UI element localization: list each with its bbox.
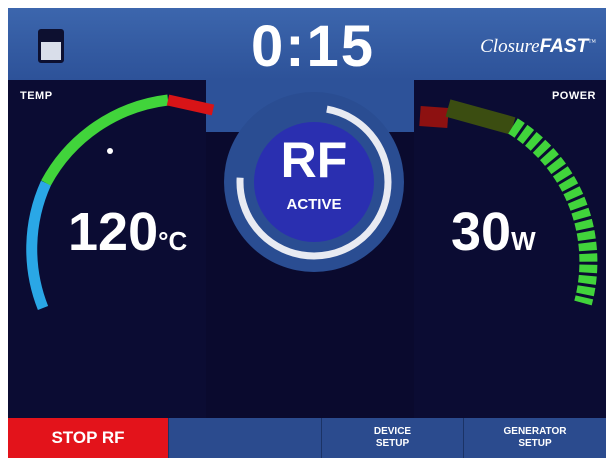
power-label: POWER (551, 90, 596, 102)
temp-gauge-green (41, 94, 169, 186)
temp-label: TEMP (20, 90, 53, 102)
blank-button[interactable] (168, 418, 321, 458)
power-unit: W (511, 226, 536, 256)
rf-title: RF (280, 132, 348, 188)
power-gauge-red (419, 106, 449, 128)
temp-gauge-blue (26, 180, 52, 311)
temp-reading: 120°C (68, 204, 187, 269)
temp-gauge-red (166, 94, 215, 116)
device-setup-button[interactable]: DEVICE SETUP (321, 418, 463, 458)
power-gauge-dim (445, 99, 516, 135)
rf-generator-screen: 0:15 ClosureFAST™ TEMP POWER 120°C 30W R… (8, 8, 606, 458)
temp-value: 120 (68, 202, 159, 262)
rf-status: ACTIVE (286, 196, 342, 213)
stop-rf-button[interactable]: STOP RF (8, 418, 168, 458)
temp-degree: ° (158, 226, 169, 256)
temp-unit-letter: C (168, 226, 188, 256)
power-value: 30 (451, 202, 512, 262)
power-reading: 30W (451, 204, 536, 269)
generator-setup-button[interactable]: GENERATOR SETUP (463, 418, 606, 458)
temp-unit: °C (158, 226, 187, 256)
temp-setpoint-marker (107, 148, 113, 154)
